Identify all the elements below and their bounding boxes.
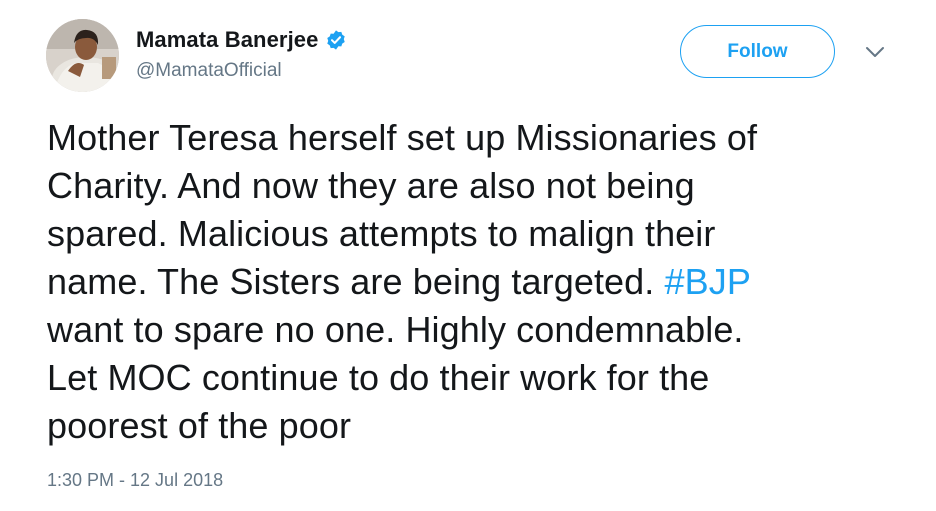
tweet-line: want to spare no one. Highly condemnable… <box>47 306 907 354</box>
tweet-line: Charity. And now they are also not being <box>47 162 907 210</box>
tweet-line-text: spared. Malicious attempts to malign the… <box>47 213 716 254</box>
hashtag-link[interactable]: #BJP <box>665 261 751 302</box>
tweet-line: Mother Teresa herself set up Missionarie… <box>47 114 907 162</box>
tweet-line-text: want to spare no one. Highly condemnable… <box>47 309 744 350</box>
tweet-timestamp[interactable]: 1:30 PM - 12 Jul 2018 <box>47 470 223 491</box>
chevron-down-icon <box>866 47 884 57</box>
tweet-line-text: Let MOC continue to do their work for th… <box>47 357 710 398</box>
display-name[interactable]: Mamata Banerjee <box>136 27 318 53</box>
tweet-line: name. The Sisters are being targeted. #B… <box>47 258 907 306</box>
avatar[interactable] <box>46 19 119 92</box>
tweet-line-text: poorest of the poor <box>47 405 352 446</box>
tweet-line-text: name. The Sisters are being targeted. <box>47 261 665 302</box>
tweet-text: Mother Teresa herself set up Missionarie… <box>47 114 907 450</box>
tweet-line: spared. Malicious attempts to malign the… <box>47 210 907 258</box>
user-handle[interactable]: @MamataOfficial <box>136 60 347 82</box>
user-info: Mamata Banerjee @MamataOfficial <box>136 26 347 82</box>
avatar-image <box>46 19 119 92</box>
more-options-button[interactable] <box>862 41 888 63</box>
display-name-row: Mamata Banerjee <box>136 26 347 54</box>
tweet-line: Let MOC continue to do their work for th… <box>47 354 907 402</box>
verified-badge-icon <box>325 29 347 51</box>
tweet-line: poorest of the poor <box>47 402 907 450</box>
tweet-card: Mamata Banerjee @MamataOfficial Follow M… <box>0 0 936 511</box>
tweet-line-text: Charity. And now they are also not being <box>47 165 695 206</box>
follow-button[interactable]: Follow <box>680 25 835 78</box>
tweet-line-text: Mother Teresa herself set up Missionarie… <box>47 117 758 158</box>
